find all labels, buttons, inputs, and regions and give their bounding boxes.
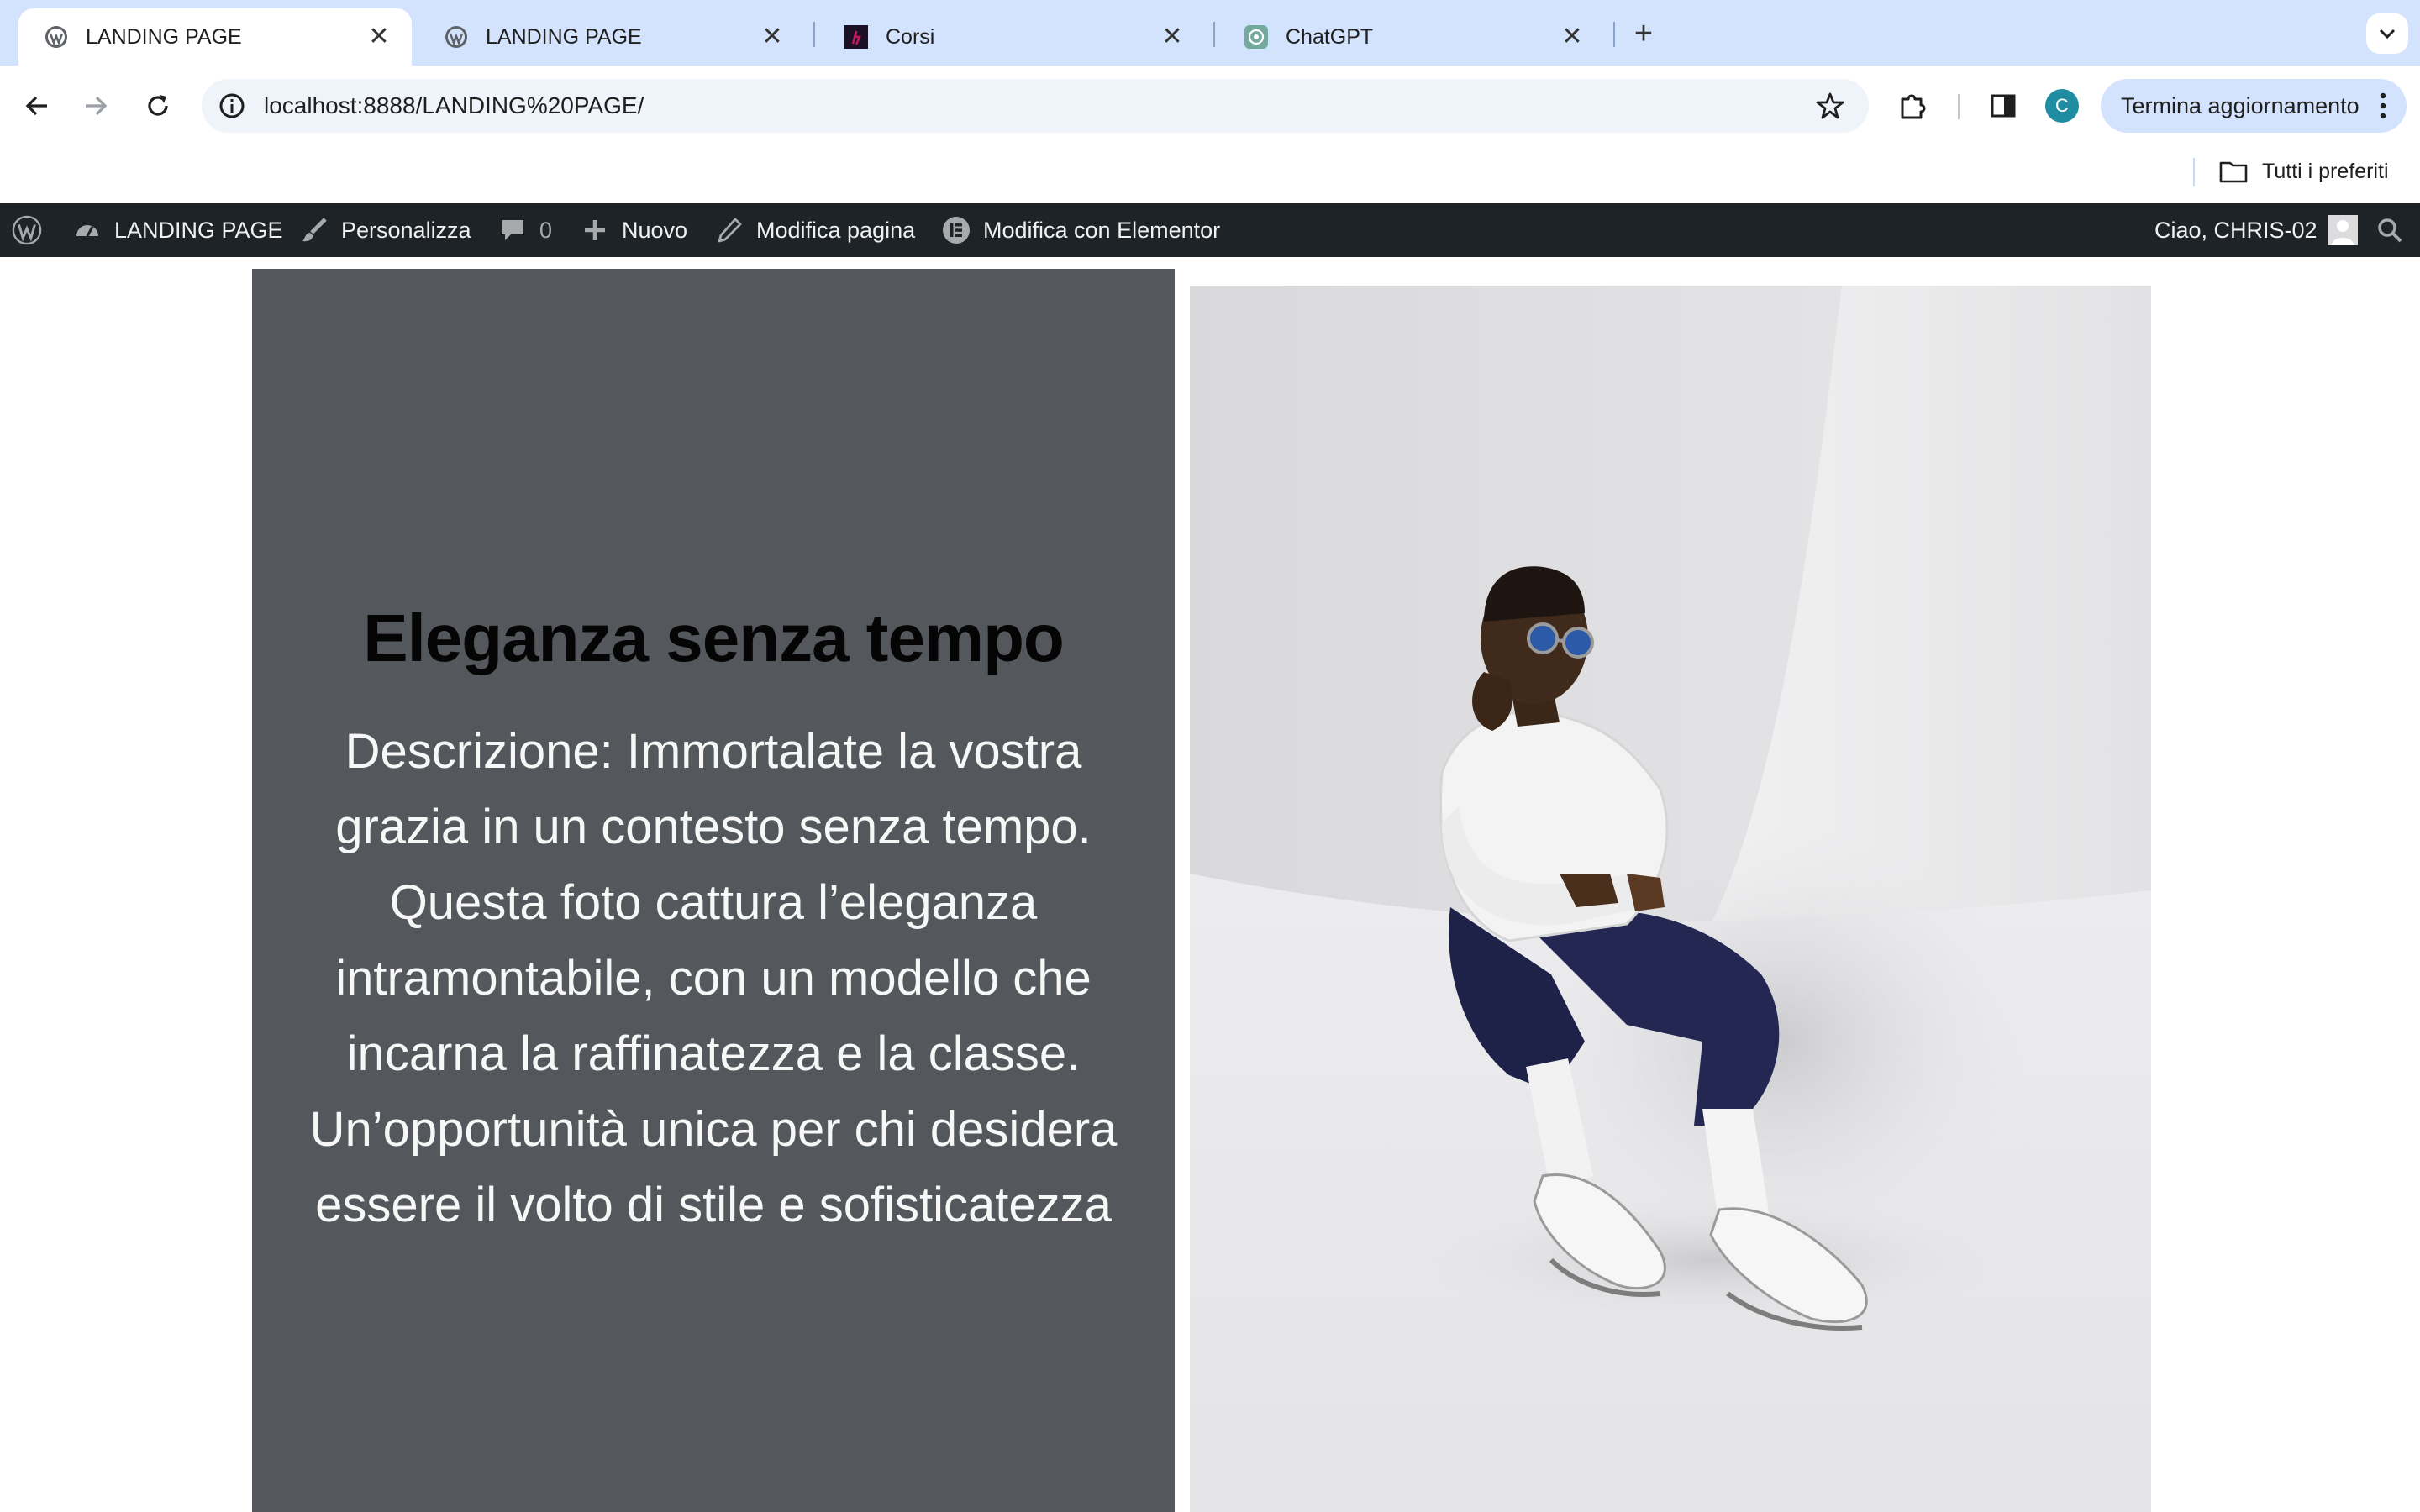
plus-icon	[580, 215, 610, 245]
site-name-label: LANDING PAGE	[114, 217, 283, 243]
tab-separator	[1613, 22, 1615, 47]
url-text[interactable]: localhost:8888/LANDING%20PAGE/	[264, 92, 1813, 119]
pencil-icon	[714, 215, 744, 245]
new-label: Nuovo	[622, 217, 688, 243]
tab-landing-page-active[interactable]: LANDING PAGE ✕	[18, 8, 412, 66]
comment-bubble-icon	[497, 215, 528, 245]
my-account-menu[interactable]: Ciao, CHRIS-02	[2154, 203, 2358, 257]
tab-corsi[interactable]: Corsi ✕	[818, 8, 1205, 66]
model-photo-image	[1190, 286, 2151, 1512]
user-avatar-icon	[2327, 215, 2358, 245]
tab-title: LANDING PAGE	[86, 24, 242, 49]
toolbar-divider	[1958, 94, 1960, 119]
paintbrush-icon	[299, 215, 329, 245]
chatgpt-favicon-icon	[1244, 24, 1269, 50]
edit-page-label: Modifica pagina	[756, 217, 916, 243]
tab-title: LANDING PAGE	[486, 24, 642, 49]
browser-toolbar: localhost:8888/LANDING%20PAGE/ C Termina…	[0, 66, 2420, 146]
page-content: Eleganza senza tempo Descrizione: Immort…	[0, 257, 2420, 1512]
tab-search-chevron-down-icon[interactable]	[2366, 13, 2408, 54]
wordpress-logo-icon	[12, 215, 42, 245]
tab-separator	[1213, 22, 1215, 47]
address-bar[interactable]: localhost:8888/LANDING%20PAGE/	[202, 79, 1869, 133]
profile-avatar[interactable]: C	[2045, 89, 2079, 123]
edit-with-elementor-menu[interactable]: Modifica con Elementor	[941, 203, 1220, 257]
customize-label: Personalizza	[341, 217, 471, 243]
comments-menu[interactable]: 0	[497, 203, 552, 257]
site-info-icon[interactable]	[217, 91, 247, 121]
close-tab-icon[interactable]: ✕	[1160, 24, 1185, 50]
comments-count: 0	[539, 217, 553, 243]
tab-title: Corsi	[886, 24, 935, 49]
all-bookmarks-folder[interactable]: Tutti i preferiti	[2218, 156, 2389, 186]
extensions-puzzle-icon[interactable]	[1891, 84, 1934, 128]
bookmarks-separator	[2193, 158, 2195, 186]
close-tab-icon[interactable]: ✕	[366, 24, 392, 50]
tab-title: ChatGPT	[1286, 24, 1374, 49]
side-panel-icon[interactable]	[1981, 84, 2025, 128]
close-tab-icon[interactable]: ✕	[760, 24, 785, 50]
edit-page-menu[interactable]: Modifica pagina	[714, 203, 915, 257]
all-bookmarks-label: Tutti i preferiti	[2262, 159, 2389, 183]
new-content-menu[interactable]: Nuovo	[580, 203, 687, 257]
corsi-favicon-icon	[844, 24, 869, 50]
search-icon[interactable]	[2376, 203, 2403, 257]
finish-update-label: Termina aggiornamento	[2121, 92, 2360, 118]
hero-text-panel: Eleganza senza tempo Descrizione: Immort…	[252, 269, 1175, 1512]
wp-admin-bar: LANDING PAGE Personalizza 0 Nuovo Modifi…	[0, 203, 2420, 257]
hero-title: Eleganza senza tempo	[363, 601, 1065, 675]
edit-with-elementor-label: Modifica con Elementor	[983, 217, 1221, 243]
tab-landing-page[interactable]: LANDING PAGE ✕	[418, 8, 805, 66]
reload-icon[interactable]	[136, 84, 180, 128]
hero-description: Descrizione: Immortalate la vostra grazi…	[309, 724, 1118, 1232]
greeting-label: Ciao, CHRIS-02	[2154, 217, 2317, 243]
wordpress-favicon-icon	[44, 24, 69, 50]
elementor-icon	[941, 215, 971, 245]
folder-icon	[2218, 156, 2249, 186]
customize-menu[interactable]: Personalizza	[299, 203, 471, 257]
finish-update-button[interactable]: Termina aggiornamento	[2101, 79, 2407, 133]
wordpress-logo-menu[interactable]	[12, 203, 42, 257]
tab-chatgpt[interactable]: ChatGPT ✕	[1218, 8, 1605, 66]
tab-strip: LANDING PAGE ✕ LANDING PAGE ✕ Corsi ✕ Ch…	[0, 0, 2420, 66]
forward-arrow-icon[interactable]	[74, 84, 118, 128]
hero-photo	[1190, 286, 2151, 1512]
wordpress-favicon-icon	[444, 24, 469, 50]
bookmarks-bar: Tutti i preferiti	[0, 146, 2420, 203]
bookmark-star-icon[interactable]	[1813, 89, 1847, 123]
back-arrow-icon[interactable]	[15, 84, 59, 128]
more-vertical-icon	[2380, 92, 2386, 119]
dashboard-gauge-icon	[72, 215, 103, 245]
site-name-menu[interactable]: LANDING PAGE	[72, 203, 283, 257]
close-tab-icon[interactable]: ✕	[1560, 24, 1585, 50]
new-tab-plus-icon[interactable]: +	[1627, 16, 1660, 51]
tab-separator	[813, 22, 815, 47]
